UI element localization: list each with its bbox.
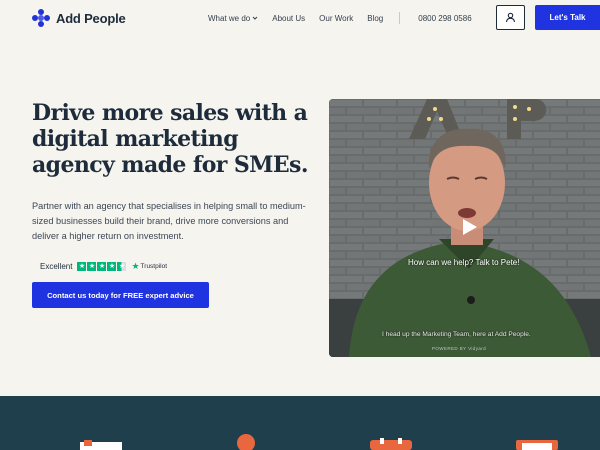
video-player[interactable] (329, 99, 600, 357)
nav-divider (399, 12, 401, 24)
star-icon: ★ (97, 262, 107, 271)
chevron-down-icon (252, 16, 258, 20)
main-nav: What we do About Us Our Work Blog 0800 2… (208, 12, 472, 24)
brand-logo[interactable]: Add People (32, 9, 126, 27)
site-header: Add People What we do About Us Our Work … (0, 0, 600, 36)
video-powered-by: POWERED BY Vidyard (432, 346, 487, 351)
service-icon-document (80, 440, 122, 450)
video-subtitle: I head up the Marketing Team, here at Ad… (382, 331, 531, 338)
contact-cta-button[interactable]: Contact us today for FREE expert advice (32, 282, 209, 308)
service-icon-pin (237, 434, 255, 450)
user-icon (505, 12, 516, 23)
trust-rating-word: Excellent (40, 262, 73, 271)
star-icon: ★ (77, 262, 87, 271)
nav-item-blog[interactable]: Blog (367, 14, 383, 23)
services-band (0, 396, 600, 450)
star-icon: ★ (87, 262, 97, 271)
trust-stars: ★ ★ ★ ★ ★ (77, 262, 127, 271)
star-icon: ★ (107, 262, 117, 271)
service-icon-card (516, 440, 558, 450)
service-icon-calendar (370, 438, 412, 450)
lets-talk-button[interactable]: Let's Talk (535, 5, 600, 30)
star-half-icon: ★ (117, 262, 127, 271)
nav-item-what-we-do[interactable]: What we do (208, 14, 258, 23)
trustpilot-brand: ★ Trustpilot (131, 261, 167, 272)
account-button[interactable] (496, 5, 525, 30)
nav-item-label: Blog (367, 13, 384, 23)
video-caption: How can we help? Talk to Pete! (408, 258, 520, 267)
logo-mark-icon (32, 9, 50, 27)
brand-name: Add People (56, 10, 126, 26)
trustpilot-star-icon: ★ (131, 261, 140, 271)
hero-lead-text: Partner with an agency that specialises … (32, 201, 306, 241)
phone-number-link[interactable]: 0800 298 0586 (418, 14, 471, 23)
trustpilot-label: Trustpilot (140, 263, 168, 270)
nav-item-about-us[interactable]: About Us (272, 14, 305, 23)
nav-item-our-work[interactable]: Our Work (319, 14, 353, 23)
hero-headline: Drive more sales with a digital marketin… (32, 100, 308, 178)
trustpilot-widget[interactable]: Excellent ★ ★ ★ ★ ★ ★ Trustpilot (40, 261, 167, 272)
nav-item-label: About Us (272, 13, 306, 23)
nav-item-label: What we do (208, 13, 251, 23)
play-icon[interactable] (459, 217, 479, 237)
nav-item-label: Our Work (319, 13, 354, 23)
